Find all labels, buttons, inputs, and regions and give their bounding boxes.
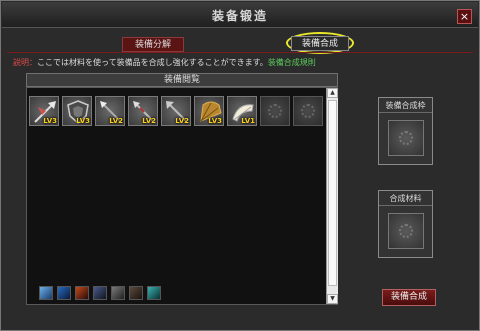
compose-rules-link[interactable]: 装備合成規則 <box>268 58 316 67</box>
skill-4-icon[interactable] <box>93 286 107 300</box>
compose-button[interactable]: 装備合成 <box>382 289 436 306</box>
level-label: LV3 <box>43 117 57 125</box>
inventory-scrollbar[interactable]: ▲ ▼ <box>326 88 338 304</box>
close-button[interactable]: × <box>457 9 472 24</box>
empty-slot-icon <box>301 104 315 118</box>
skill-5-icon[interactable] <box>111 286 125 300</box>
level-label: LV2 <box>175 117 189 125</box>
title-bar[interactable]: 装备锻造 × <box>2 2 478 28</box>
scroll-down-icon[interactable]: ▼ <box>327 294 338 304</box>
inventory-panel: LV3 LV3 LV2 LV2 LV2 LV3 LV1 ▲ ▼ <box>26 87 338 305</box>
empty-slot-icon <box>268 104 282 118</box>
window-title: 装备锻造 <box>211 9 268 23</box>
forge-window: 装备锻造 × 装備分解 装備合成 説明：ここでは材料を使って装備品を合成し強化す… <box>0 0 480 331</box>
compose-target-slot[interactable] <box>388 120 424 156</box>
material-box: 合成材料 <box>378 190 433 258</box>
inventory-slot[interactable]: LV3 <box>29 96 59 126</box>
inventory-slot[interactable]: LV2 <box>95 96 125 126</box>
divider <box>7 52 473 53</box>
empty-slot-icon <box>399 131 413 145</box>
help-prefix: 説明： <box>13 58 37 67</box>
inventory-slot[interactable]: LV3 <box>194 96 224 126</box>
inventory-slot[interactable]: LV2 <box>161 96 191 126</box>
inventory-slot[interactable]: LV2 <box>128 96 158 126</box>
compose-target-title: 装備合成枠 <box>379 98 432 113</box>
inventory-slot[interactable]: LV1 <box>227 96 257 126</box>
scroll-thumb[interactable] <box>328 100 337 286</box>
compose-target-box: 装備合成枠 <box>378 97 433 165</box>
scroll-up-icon[interactable]: ▲ <box>327 88 338 98</box>
close-icon: × <box>459 10 470 23</box>
empty-slot-icon <box>399 224 413 238</box>
material-title: 合成材料 <box>379 191 432 206</box>
skill-2-icon[interactable] <box>57 286 71 300</box>
level-label: LV3 <box>208 117 222 125</box>
level-label: LV2 <box>142 117 156 125</box>
inventory-header: 装備閲覧 <box>26 73 338 87</box>
level-label: LV1 <box>241 117 255 125</box>
help-body: ここでは材料を使って装備品を合成し強化することができます。 <box>37 58 268 67</box>
inventory-slot-empty[interactable] <box>260 96 290 126</box>
skill-3-icon[interactable] <box>75 286 89 300</box>
level-label: LV2 <box>109 117 123 125</box>
inventory-slot[interactable]: LV3 <box>62 96 92 126</box>
skill-7-icon[interactable] <box>147 286 161 300</box>
tab-compose[interactable]: 装備合成 <box>291 36 349 51</box>
level-label: LV3 <box>76 117 90 125</box>
inventory-slot-empty[interactable] <box>293 96 323 126</box>
tab-disassemble[interactable]: 装備分解 <box>122 37 184 52</box>
help-text: 説明：ここでは材料を使って装備品を合成し強化することができます。装備合成規則 <box>13 57 316 68</box>
skill-1-icon[interactable] <box>39 286 53 300</box>
skill-6-icon[interactable] <box>129 286 143 300</box>
material-slot[interactable] <box>388 213 424 249</box>
